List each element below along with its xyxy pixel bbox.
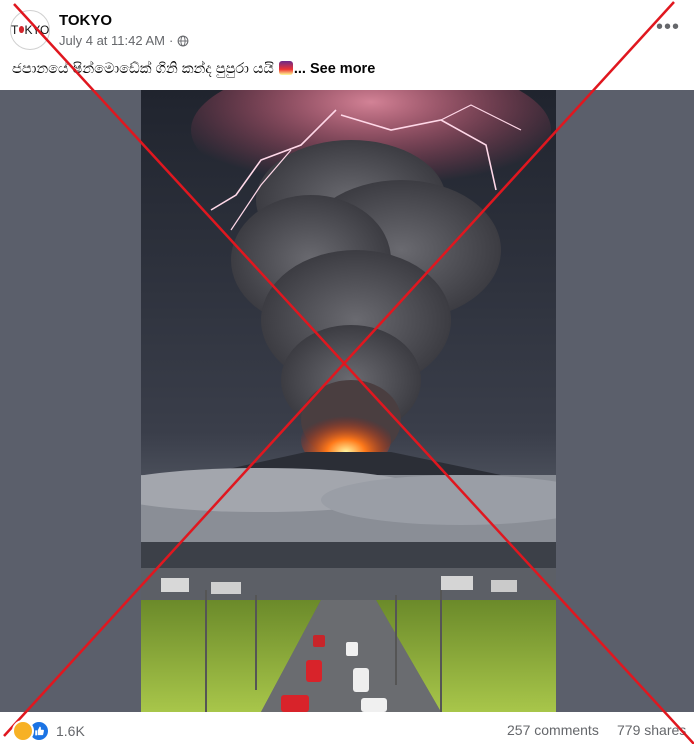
post-caption: ජපානයේ ෂින්මොඩේක් ගිනි කන්ද පුපුරා යයි .…	[12, 61, 375, 77]
volcano-emoji-icon	[278, 61, 293, 75]
comments-count-link[interactable]: 257 comments	[507, 722, 599, 738]
see-more-link[interactable]: ... See more	[294, 61, 375, 77]
globe-icon	[177, 35, 189, 46]
volcano-eruption-photo[interactable]	[141, 90, 556, 712]
engagement-bar: 1.6K 257 comments 779 shares	[0, 712, 694, 744]
more-options-icon[interactable]: •••	[656, 17, 680, 37]
page-avatar[interactable]: T KYO	[10, 10, 50, 50]
care-reaction-icon	[12, 720, 34, 742]
post-meta: July 4 at 11:42 AM ·	[59, 33, 189, 48]
reaction-count: 1.6K	[56, 723, 85, 739]
caption-text: ජපානයේ ෂින්මොඩේක් ගිනි කන්ද පුපුරා යයි	[12, 61, 274, 77]
shares-count-link[interactable]: 779 shares	[617, 722, 686, 738]
reactions-summary[interactable]: 1.6K	[12, 720, 85, 742]
post-header: T KYO TOKYO July 4 at 11:42 AM · •••	[0, 0, 694, 60]
avatar-logo-text-right: KYO	[24, 23, 50, 37]
page-name[interactable]: TOKYO	[59, 12, 112, 29]
meta-separator: ·	[169, 33, 174, 48]
avatar-red-dot	[18, 25, 25, 33]
post-timestamp[interactable]: July 4 at 11:42 AM	[59, 33, 165, 48]
post-media[interactable]	[0, 90, 694, 712]
avatar-logo-text-left: T	[11, 23, 19, 37]
